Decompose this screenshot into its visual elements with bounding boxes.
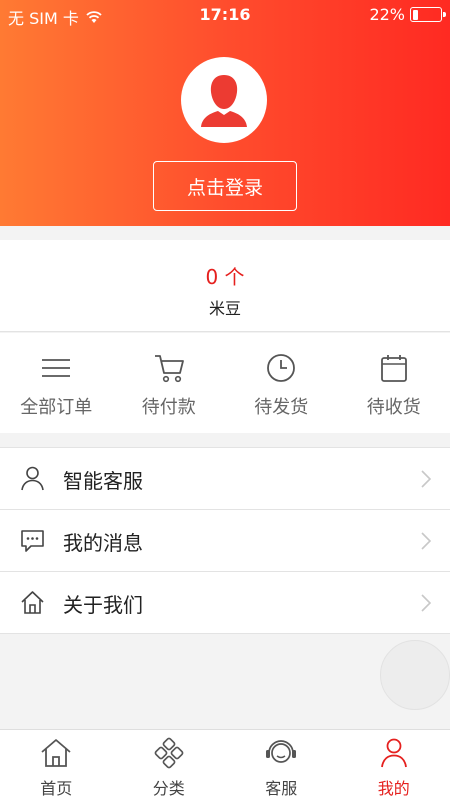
order-label: 待付款 <box>141 397 196 418</box>
avatar[interactable] <box>181 57 267 143</box>
tab-mine[interactable]: 我的 <box>338 730 450 800</box>
tab-home[interactable]: 首页 <box>0 730 113 800</box>
tab-label: 客服 <box>265 779 298 798</box>
order-pending-receipt[interactable]: 待收货 <box>338 333 450 433</box>
order-label: 待发货 <box>254 397 309 418</box>
category-icon <box>154 737 184 769</box>
floating-assistive-button[interactable] <box>380 640 450 710</box>
tab-label: 分类 <box>152 779 185 798</box>
headset-icon <box>266 740 297 763</box>
battery-icon <box>410 7 446 22</box>
status-bar: 无 SIM 卡 17:16 22% <box>0 0 450 30</box>
person-icon <box>21 466 44 491</box>
tab-category[interactable]: 分类 <box>113 730 226 800</box>
settings-menu: 智能客服 我的消息 关于我们 <box>0 447 450 634</box>
menu-label: 关于我们 <box>63 593 143 617</box>
menu-my-messages[interactable]: 我的消息 <box>0 510 450 572</box>
user-silhouette-icon <box>201 75 247 127</box>
message-icon <box>21 530 44 552</box>
order-label: 全部订单 <box>20 397 93 418</box>
chevron-right-icon <box>421 532 432 550</box>
chevron-right-icon <box>421 594 432 612</box>
points-panel[interactable]: 0 个 米豆 <box>0 240 450 332</box>
bottom-tab-bar: 首页 分类 客服 我的 <box>0 729 450 800</box>
order-pending-shipment[interactable]: 待发货 <box>225 333 338 433</box>
order-label: 待收货 <box>366 397 421 418</box>
tab-label: 我的 <box>377 779 410 798</box>
tab-service[interactable]: 客服 <box>225 730 338 800</box>
points-value: 0 个 <box>205 265 245 289</box>
order-shortcuts: 全部订单 待付款 待发货 待收货 <box>0 333 450 433</box>
user-icon <box>380 738 407 768</box>
login-button[interactable]: 点击登录 <box>153 161 297 211</box>
list-icon <box>42 359 71 377</box>
clock-icon <box>267 354 296 382</box>
order-all[interactable]: 全部订单 <box>0 333 113 433</box>
cart-icon <box>154 355 184 383</box>
battery-percent: 22% <box>369 5 405 24</box>
calendar-icon <box>380 355 407 382</box>
points-label: 米豆 <box>208 299 241 318</box>
menu-smart-service[interactable]: 智能客服 <box>0 448 450 510</box>
chevron-right-icon <box>421 470 432 488</box>
menu-about-us[interactable]: 关于我们 <box>0 572 450 634</box>
profile-header: 无 SIM 卡 17:16 22% 点击登录 <box>0 0 450 226</box>
menu-label: 我的消息 <box>63 531 143 555</box>
tab-label: 首页 <box>40 779 73 798</box>
menu-label: 智能客服 <box>63 469 143 493</box>
home-icon <box>41 739 71 767</box>
order-pending-payment[interactable]: 待付款 <box>113 333 226 433</box>
home-icon <box>21 591 44 614</box>
